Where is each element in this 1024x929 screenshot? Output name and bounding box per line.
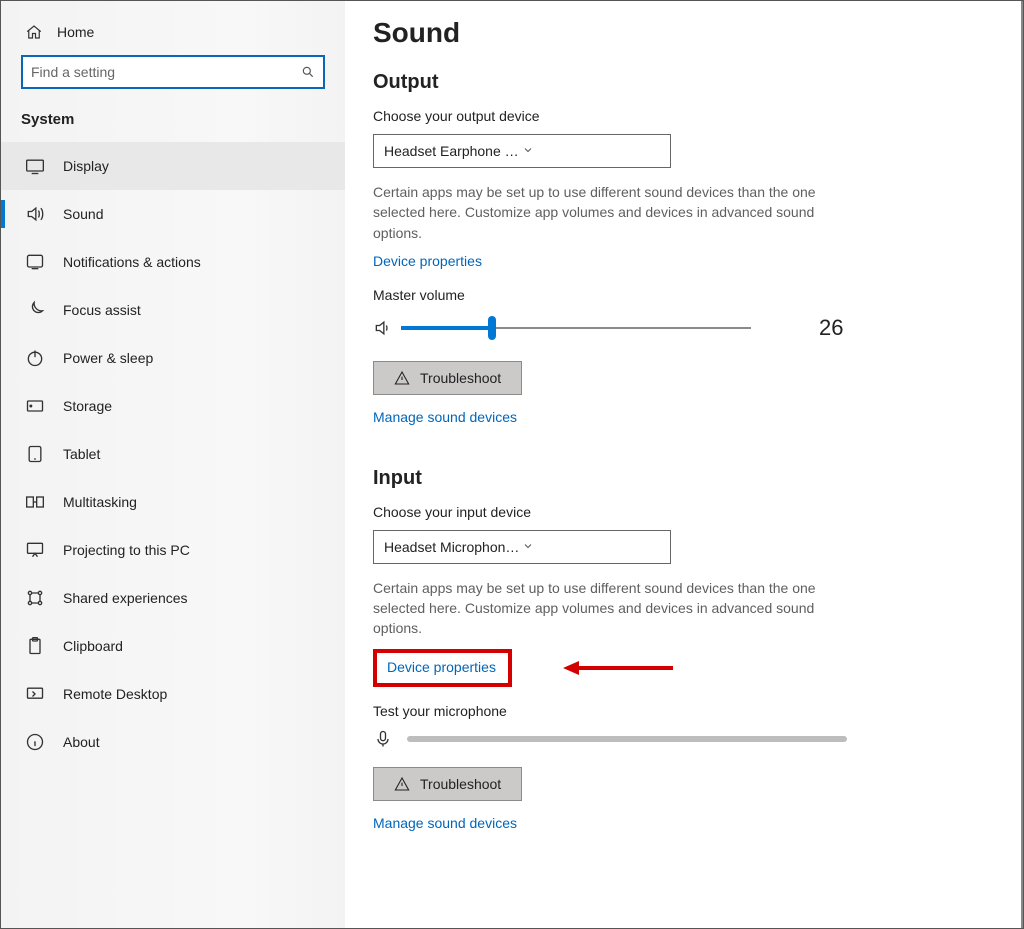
input-troubleshoot-button[interactable]: Troubleshoot	[373, 767, 522, 801]
input-hint: Certain apps may be set up to use differ…	[373, 578, 853, 639]
settings-window: Home System Display Sound Notification	[1, 1, 1023, 928]
sidebar-item-label: Display	[63, 158, 109, 174]
speaker-icon[interactable]	[373, 318, 393, 338]
sidebar-item-label: Focus assist	[63, 302, 141, 318]
sidebar-section-title: System	[1, 103, 345, 142]
sidebar-item-label: Multitasking	[63, 494, 137, 510]
scrollbar-track[interactable]	[1021, 1, 1023, 928]
sidebar-item-label: About	[63, 734, 100, 750]
master-volume-block: Master volume 26	[373, 287, 971, 341]
sidebar-item-label: Shared experiences	[63, 590, 188, 606]
button-label: Troubleshoot	[420, 370, 501, 386]
sidebar-item-label: Tablet	[63, 446, 100, 462]
sidebar-item-label: Power & sleep	[63, 350, 153, 366]
sidebar-item-clipboard[interactable]: Clipboard	[1, 622, 345, 670]
output-heading: Output	[373, 71, 971, 94]
warning-icon	[394, 370, 410, 386]
power-icon	[25, 348, 45, 368]
home-icon	[25, 23, 43, 41]
input-choose-label: Choose your input device	[373, 504, 971, 520]
sidebar-item-multitasking[interactable]: Multitasking	[1, 478, 345, 526]
shared-icon	[25, 588, 45, 608]
mic-level-bar	[407, 736, 847, 742]
remote-desktop-icon	[25, 684, 45, 704]
input-heading: Input	[373, 467, 971, 490]
input-device-select[interactable]: Headset Microphone (HyperX Virt...	[373, 530, 671, 564]
sidebar-item-tablet[interactable]: Tablet	[1, 430, 345, 478]
output-choose-label: Choose your output device	[373, 108, 971, 124]
sidebar-item-sound[interactable]: Sound	[1, 190, 345, 238]
slider-thumb[interactable]	[488, 316, 496, 340]
info-icon	[25, 732, 45, 752]
search-wrap	[1, 55, 345, 103]
output-troubleshoot-button[interactable]: Troubleshoot	[373, 361, 522, 395]
chevron-down-icon	[522, 143, 660, 159]
sidebar-item-projecting[interactable]: Projecting to this PC	[1, 526, 345, 574]
sidebar-item-label: Sound	[63, 206, 103, 222]
sidebar-item-label: Notifications & actions	[63, 254, 201, 270]
sidebar-item-focus-assist[interactable]: Focus assist	[1, 286, 345, 334]
master-volume-label: Master volume	[373, 287, 971, 303]
input-device-properties-link[interactable]: Device properties	[373, 649, 512, 687]
microphone-icon	[373, 729, 393, 749]
sidebar-item-label: Storage	[63, 398, 112, 414]
notifications-icon	[25, 252, 45, 272]
output-device-select[interactable]: Headset Earphone (HyperX Virtua...	[373, 134, 671, 168]
mic-test-row	[373, 729, 971, 749]
tablet-icon	[25, 444, 45, 464]
button-label: Troubleshoot	[420, 776, 501, 792]
output-hint: Certain apps may be set up to use differ…	[373, 182, 853, 243]
input-device-value: Headset Microphone (HyperX Virt...	[384, 539, 522, 555]
home-link[interactable]: Home	[1, 17, 345, 55]
storage-icon	[25, 396, 45, 416]
sidebar: Home System Display Sound Notification	[1, 1, 345, 928]
clipboard-icon	[25, 636, 45, 656]
sidebar-item-shared-experiences[interactable]: Shared experiences	[1, 574, 345, 622]
volume-value: 26	[819, 315, 843, 341]
volume-slider[interactable]	[401, 318, 751, 338]
output-device-properties-link[interactable]: Device properties	[373, 253, 482, 269]
sound-icon	[25, 204, 45, 224]
search-icon	[301, 65, 315, 79]
sidebar-item-remote-desktop[interactable]: Remote Desktop	[1, 670, 345, 718]
search-input[interactable]	[31, 64, 301, 80]
test-mic-label: Test your microphone	[373, 703, 971, 719]
warning-icon	[394, 776, 410, 792]
output-manage-devices-link[interactable]: Manage sound devices	[373, 409, 517, 425]
volume-row: 26	[373, 315, 971, 341]
projecting-icon	[25, 540, 45, 560]
sidebar-item-about[interactable]: About	[1, 718, 345, 766]
display-icon	[25, 156, 45, 176]
sidebar-nav: Display Sound Notifications & actions Fo…	[1, 142, 345, 766]
sidebar-item-display[interactable]: Display	[1, 142, 345, 190]
sidebar-item-label: Clipboard	[63, 638, 123, 654]
sidebar-item-label: Projecting to this PC	[63, 542, 190, 558]
multitasking-icon	[25, 492, 45, 512]
main-content: Sound Output Choose your output device H…	[345, 1, 1023, 928]
search-box[interactable]	[21, 55, 325, 89]
sidebar-item-notifications[interactable]: Notifications & actions	[1, 238, 345, 286]
slider-fill	[401, 326, 492, 330]
annotation-arrow	[563, 659, 673, 677]
moon-icon	[25, 300, 45, 320]
sidebar-item-power-sleep[interactable]: Power & sleep	[1, 334, 345, 382]
home-label: Home	[57, 24, 94, 40]
input-manage-devices-link[interactable]: Manage sound devices	[373, 815, 517, 831]
chevron-down-icon	[522, 539, 660, 555]
sidebar-item-storage[interactable]: Storage	[1, 382, 345, 430]
sidebar-item-label: Remote Desktop	[63, 686, 167, 702]
page-title: Sound	[373, 17, 971, 49]
output-device-value: Headset Earphone (HyperX Virtua...	[384, 143, 522, 159]
